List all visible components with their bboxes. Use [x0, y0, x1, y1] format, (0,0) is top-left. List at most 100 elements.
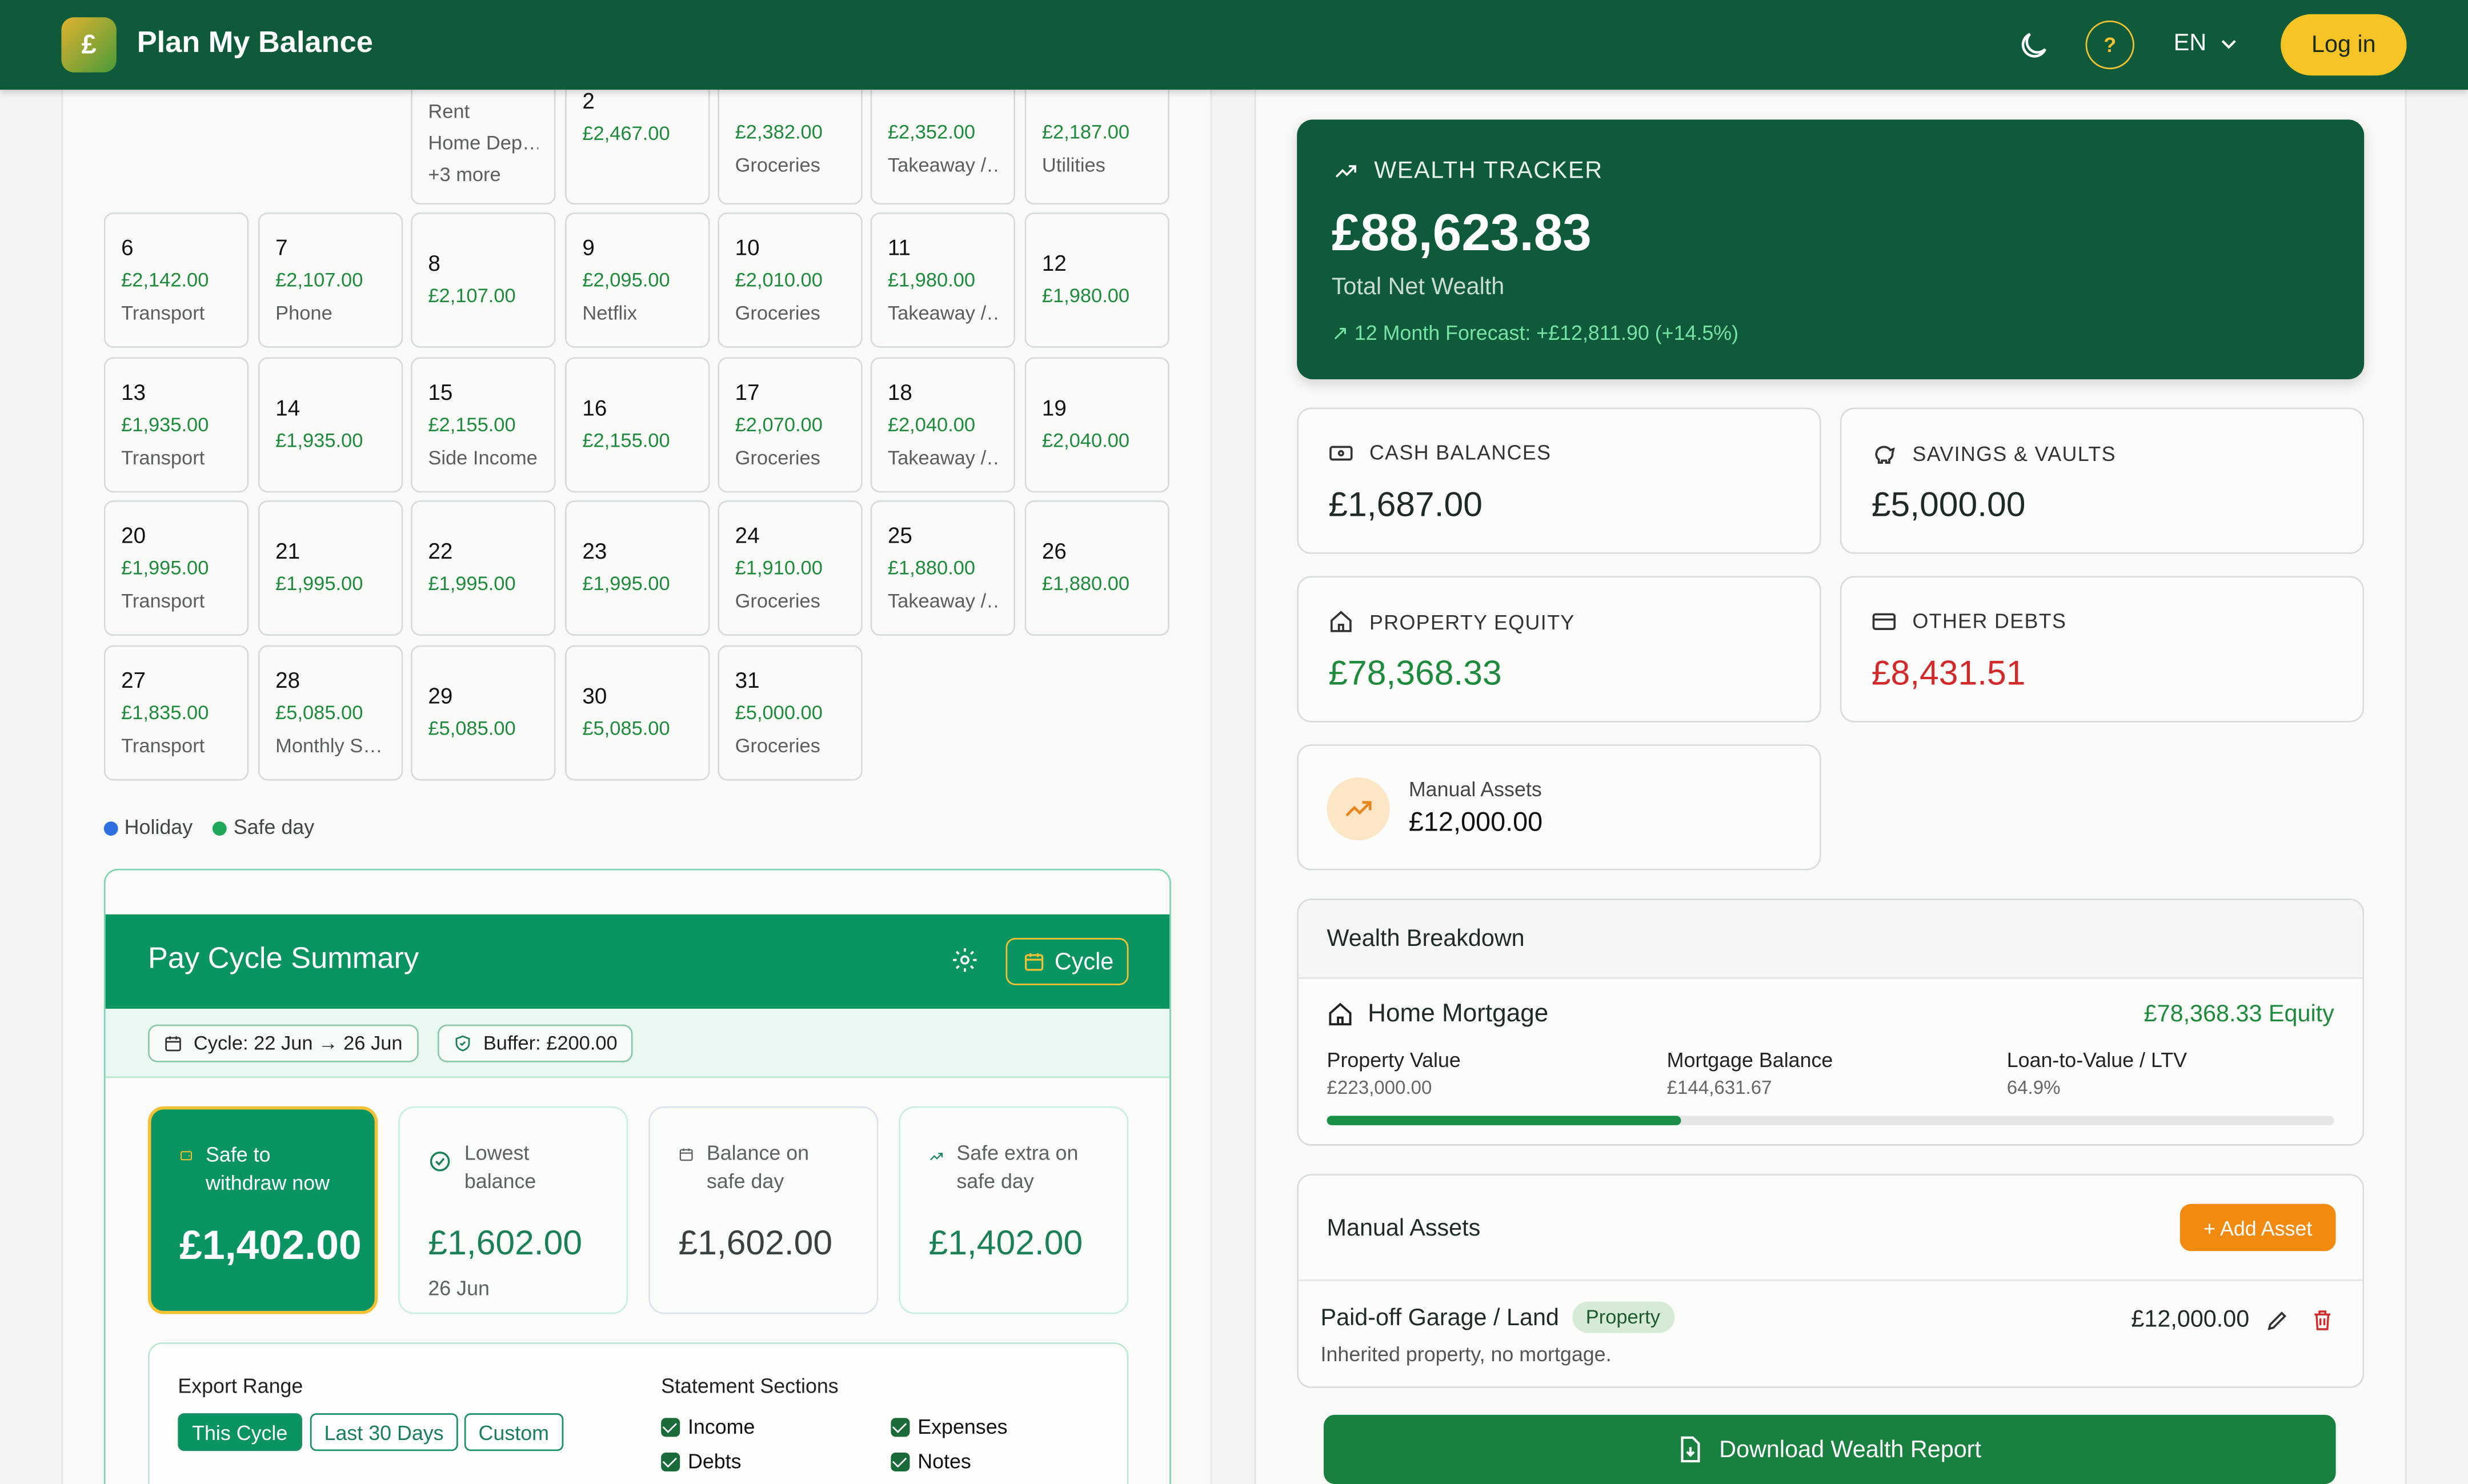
asset-tag: Property — [1571, 1301, 1674, 1333]
calendar-day[interactable]: 25 £1,880.00 Takeaway /… — [870, 500, 1016, 636]
section-expenses-checkbox[interactable]: Expenses — [891, 1415, 1008, 1438]
calendar-day[interactable]: 26 £1,880.00 — [1024, 500, 1170, 636]
language-select[interactable]: EN — [2174, 30, 2238, 57]
calendar-day[interactable]: 9 £2,095.00 Netflix — [565, 212, 710, 348]
calendar-day-amount: £2,095.00 — [582, 268, 670, 291]
calendar-day[interactable]: 20 £1,995.00 Transport — [103, 500, 249, 636]
cash-balances-tile[interactable]: CASH BALANCES £1,687.00 — [1297, 407, 1821, 554]
calendar-icon — [679, 1148, 693, 1161]
calendar-day-number: 7 — [275, 234, 288, 259]
calendar-day-label: Groceries — [735, 154, 820, 177]
calendar-day-number: 18 — [887, 378, 912, 404]
calendar-day[interactable]: 31 £5,000.00 Groceries — [718, 645, 863, 781]
calendar-day[interactable]: 6 £2,142.00 Transport — [103, 212, 249, 348]
stat-lowest-balance: Lowest balance £1,602.00 26 Jun — [398, 1106, 628, 1314]
calendar-day[interactable]: 21 £1,995.00 — [258, 500, 403, 636]
wealth-tracker-header: WEALTH TRACKER — [1333, 158, 1603, 184]
section-label: Debts — [687, 1449, 742, 1473]
stat-value: £1,602.00 — [678, 1222, 833, 1262]
calendar-day[interactable]: 10 £2,010.00 Groceries — [718, 212, 863, 348]
tile-value: £1,687.00 — [1328, 484, 1483, 524]
calendar-day-amount: £2,142.00 — [121, 268, 209, 291]
trend-up-icon — [1335, 164, 1356, 177]
manual-assets-label: Manual Assets — [1408, 777, 1542, 801]
calendar-day-amount: £1,980.00 — [887, 268, 976, 291]
trash-icon[interactable] — [2310, 1307, 2334, 1333]
mortgage-equity: £78,368.33 Equity — [2144, 1001, 2334, 1028]
calendar-day-number: 30 — [582, 682, 607, 708]
calendar-day-label: Groceries — [735, 735, 820, 758]
calendar-day[interactable]: 18 £2,040.00 Takeaway /… — [870, 357, 1016, 493]
calendar-icon — [1025, 953, 1044, 971]
calendar-day[interactable]: 19 £2,040.00 — [1024, 357, 1170, 493]
range-last-30-days[interactable]: Last 30 Days — [310, 1413, 458, 1451]
help-button[interactable]: ? — [2085, 20, 2134, 70]
calendar-day[interactable]: 13 £1,935.00 Transport — [103, 357, 249, 493]
calendar-day-amount: £2,010.00 — [735, 268, 823, 291]
calendar-day-amount: £1,935.00 — [121, 414, 209, 436]
calendar-day[interactable]: 15 £2,155.00 Side Income — [411, 357, 556, 493]
mortgage-balance: £144,631.67 — [1666, 1076, 1772, 1099]
home-icon — [1330, 611, 1352, 632]
calendar-day-number: 20 — [121, 522, 146, 547]
section-notes-checkbox[interactable]: Notes — [891, 1449, 971, 1473]
section-income-checkbox[interactable]: Income — [661, 1415, 755, 1438]
calendar-day-number: 26 — [1041, 538, 1067, 563]
cycle-range-label: Cycle: 22 Jun → 26 Jun — [193, 1032, 403, 1054]
calendar-day-amount: £2,467.00 — [582, 122, 670, 145]
holiday-dot-icon — [103, 821, 118, 836]
calendar-day[interactable]: 11 £1,980.00 Takeaway /… — [870, 212, 1016, 348]
check-circle-icon — [430, 1151, 450, 1172]
stat-caption-text: Balance on safe day — [706, 1141, 810, 1193]
calendar-day[interactable]: 14 £1,935.00 — [258, 357, 403, 493]
property-equity-tile[interactable]: PROPERTY EQUITY £78,368.33 — [1297, 576, 1821, 723]
pencil-icon[interactable] — [2265, 1307, 2290, 1333]
moon-icon[interactable] — [2016, 29, 2051, 63]
calendar-day[interactable]: 23 £1,995.00 — [565, 500, 710, 636]
range-custom[interactable]: Custom — [464, 1413, 563, 1451]
calendar-day-amount: £1,995.00 — [121, 557, 209, 579]
manual-assets-section: Manual Assets + Add Asset Paid-off Garag… — [1297, 1174, 2365, 1388]
legend-holiday: Holiday — [103, 815, 193, 839]
calendar-day-number: 25 — [887, 522, 912, 547]
gear-icon[interactable] — [951, 946, 979, 974]
cycle-button[interactable]: Cycle — [1005, 938, 1129, 985]
calendar-day[interactable]: 30 £5,085.00 — [565, 645, 710, 781]
tile-caption-text: OTHER DEBTS — [1912, 609, 2067, 633]
calendar-day-label: Utilities — [1041, 154, 1105, 177]
calendar-day[interactable]: 22 £1,995.00 — [411, 500, 556, 636]
calendar-day-number: 28 — [275, 667, 301, 692]
calendar-day-amount: £2,107.00 — [428, 284, 516, 307]
calendar-day[interactable]: 16 £2,155.00 — [565, 357, 710, 493]
manual-assets-tile[interactable]: Manual Assets £12,000.00 — [1297, 744, 1821, 871]
tile-caption: PROPERTY EQUITY — [1328, 609, 1574, 634]
calendar-day-label: Groceries — [735, 591, 820, 613]
calendar-day-number: 15 — [428, 378, 453, 404]
calendar-day-label: Groceries — [735, 303, 820, 325]
section-debts-checkbox[interactable]: Debts — [661, 1449, 742, 1473]
pay-cycle-chips: Cycle: 22 Jun → 26 Jun Buffer: £200.00 — [105, 1009, 1170, 1078]
calendar-day[interactable]: 29 £5,085.00 — [411, 645, 556, 781]
calendar-icon — [165, 1036, 181, 1052]
other-debts-tile[interactable]: OTHER DEBTS £8,431.51 — [1840, 576, 2365, 723]
calendar-day-number: 13 — [121, 378, 146, 404]
calendar-day[interactable]: 27 £1,835.00 Transport — [103, 645, 249, 781]
calendar-day-label: Transport — [121, 591, 205, 613]
calendar-day[interactable]: 8 £2,107.00 — [411, 212, 556, 348]
calendar-day[interactable]: 12 £1,980.00 — [1024, 212, 1170, 348]
login-button[interactable]: Log in — [2281, 14, 2407, 76]
tile-value: £5,000.00 — [1871, 484, 2026, 524]
calendar-day[interactable]: 7 £2,107.00 Phone — [258, 212, 403, 348]
download-wealth-report-button[interactable]: Download Wealth Report — [1324, 1414, 2336, 1484]
calendar-day[interactable]: 17 £2,070.00 Groceries — [718, 357, 863, 493]
savings-vaults-tile[interactable]: SAVINGS & VAULTS £5,000.00 — [1840, 407, 2365, 554]
calendar-day-number: 16 — [582, 394, 607, 420]
calendar-day-number: 21 — [275, 538, 301, 563]
legend-safe: Safe day — [213, 815, 314, 839]
equity-progress-fill — [1327, 1116, 1681, 1125]
range-this-cycle[interactable]: This Cycle — [178, 1413, 302, 1451]
calendar-day[interactable]: 24 £1,910.00 Groceries — [718, 500, 863, 636]
calendar-day-label: Takeaway /… — [887, 591, 998, 613]
add-asset-button[interactable]: + Add Asset — [2179, 1204, 2336, 1252]
calendar-day[interactable]: 28 £5,085.00 Monthly S… — [258, 645, 403, 781]
